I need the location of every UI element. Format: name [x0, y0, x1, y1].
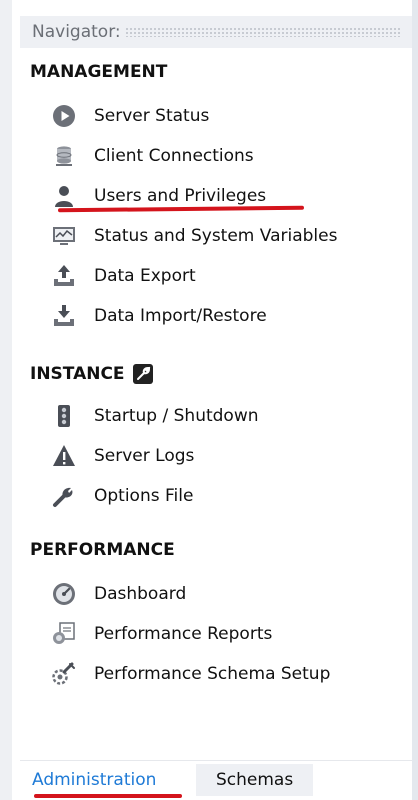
nav-item-performance-reports[interactable]: Performance Reports: [52, 620, 272, 648]
section-title-instance: INSTANCE: [30, 364, 153, 384]
navigator-header: Navigator:: [20, 16, 412, 48]
nav-item-label: Server Status: [94, 106, 210, 126]
nav-item-data-export[interactable]: Data Export: [52, 262, 196, 290]
nav-item-label: Options File: [94, 486, 194, 506]
section-title-management: MANAGEMENT: [30, 62, 168, 82]
nav-item-label: Users and Privileges: [94, 186, 267, 206]
section-title-performance: PERFORMANCE: [30, 540, 175, 560]
nav-item-server-logs[interactable]: Server Logs: [52, 442, 194, 470]
gauge-icon: [52, 582, 76, 606]
nav-item-options-file[interactable]: Options File: [52, 482, 193, 510]
tab-administration[interactable]: Administration: [20, 764, 168, 796]
user-icon: [52, 184, 76, 208]
navigator-panel: Navigator: MANAGEMENT Server Status Clie…: [0, 0, 418, 800]
nav-item-label: Dashboard: [94, 584, 187, 604]
nav-item-label: Status and System Variables: [94, 226, 338, 246]
nav-item-status-system-variables[interactable]: Status and System Variables: [52, 222, 337, 250]
nav-item-client-connections[interactable]: Client Connections: [52, 142, 254, 170]
nav-item-data-import-restore[interactable]: Data Import/Restore: [52, 302, 267, 330]
wrench-icon: [52, 484, 76, 508]
nav-item-server-status[interactable]: Server Status: [52, 102, 209, 130]
nav-item-dashboard[interactable]: Dashboard: [52, 580, 186, 608]
nav-item-label: Startup / Shutdown: [94, 406, 259, 426]
play-circle-icon: [52, 104, 76, 128]
annotation-underline-administration: [34, 794, 182, 798]
nav-item-performance-schema-setup[interactable]: Performance Schema Setup: [52, 660, 330, 688]
schema-setup-icon: [52, 662, 76, 686]
navigator-title: Navigator:: [32, 22, 121, 42]
tab-schemas[interactable]: Schemas: [196, 764, 314, 796]
left-border: [0, 0, 12, 800]
nav-item-label: Client Connections: [94, 146, 254, 166]
monitor-chart-icon: [52, 224, 76, 248]
nav-item-label: Performance Schema Setup: [94, 664, 331, 684]
reports-icon: [52, 622, 76, 646]
nav-item-label: Performance Reports: [94, 624, 273, 644]
download-icon: [52, 304, 76, 328]
nav-item-label: Data Export: [94, 266, 196, 286]
right-scrollbar[interactable]: [412, 0, 418, 800]
nav-item-label: Data Import/Restore: [94, 306, 267, 326]
database-icon: [52, 144, 76, 168]
wrench-icon[interactable]: [132, 364, 153, 384]
warning-icon: [52, 444, 76, 468]
nav-item-startup-shutdown[interactable]: Startup / Shutdown: [52, 402, 259, 430]
upload-icon: [52, 264, 76, 288]
header-grip[interactable]: [124, 27, 402, 37]
tab-divider: [20, 760, 412, 761]
section-title-instance-label: INSTANCE: [30, 364, 125, 384]
nav-item-label: Server Logs: [94, 446, 195, 466]
traffic-light-icon: [52, 404, 76, 428]
